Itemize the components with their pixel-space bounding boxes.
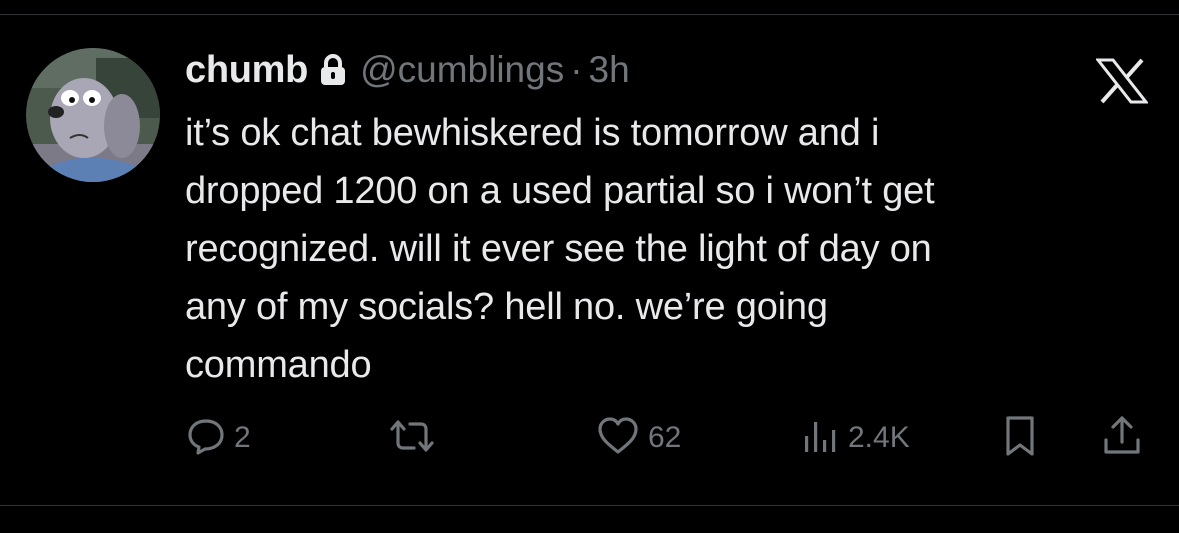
like-button[interactable]: 62 — [596, 416, 681, 460]
retweet-icon — [388, 417, 436, 460]
like-count: 62 — [648, 421, 682, 454]
views-icon — [800, 416, 840, 461]
share-icon — [1100, 414, 1144, 463]
tweet-header: chumb @cumblings · 3h — [185, 48, 630, 92]
avatar-image — [26, 48, 160, 182]
reply-button[interactable]: 2 — [186, 416, 251, 460]
separator-dot: · — [570, 49, 583, 90]
tweet-text: it’s ok chat bewhiskered is tomorrow and… — [185, 112, 935, 386]
top-divider — [0, 14, 1179, 15]
bottom-divider — [0, 505, 1179, 506]
bookmark-button[interactable] — [1000, 414, 1040, 463]
bookmark-icon — [1000, 414, 1040, 463]
timestamp[interactable]: 3h — [589, 49, 630, 91]
avatar[interactable] — [26, 48, 160, 182]
like-icon — [596, 416, 640, 461]
display-name[interactable]: chumb — [185, 49, 308, 92]
views-button[interactable]: 2.4K — [800, 416, 910, 460]
x-logo-icon — [1094, 58, 1150, 104]
lock-icon — [318, 53, 348, 87]
share-button[interactable] — [1100, 414, 1144, 463]
reply-icon — [186, 417, 226, 460]
reply-count: 2 — [234, 421, 251, 454]
views-count: 2.4K — [848, 421, 910, 454]
retweet-button[interactable] — [388, 416, 436, 460]
handle[interactable]: @cumblings — [360, 49, 564, 91]
